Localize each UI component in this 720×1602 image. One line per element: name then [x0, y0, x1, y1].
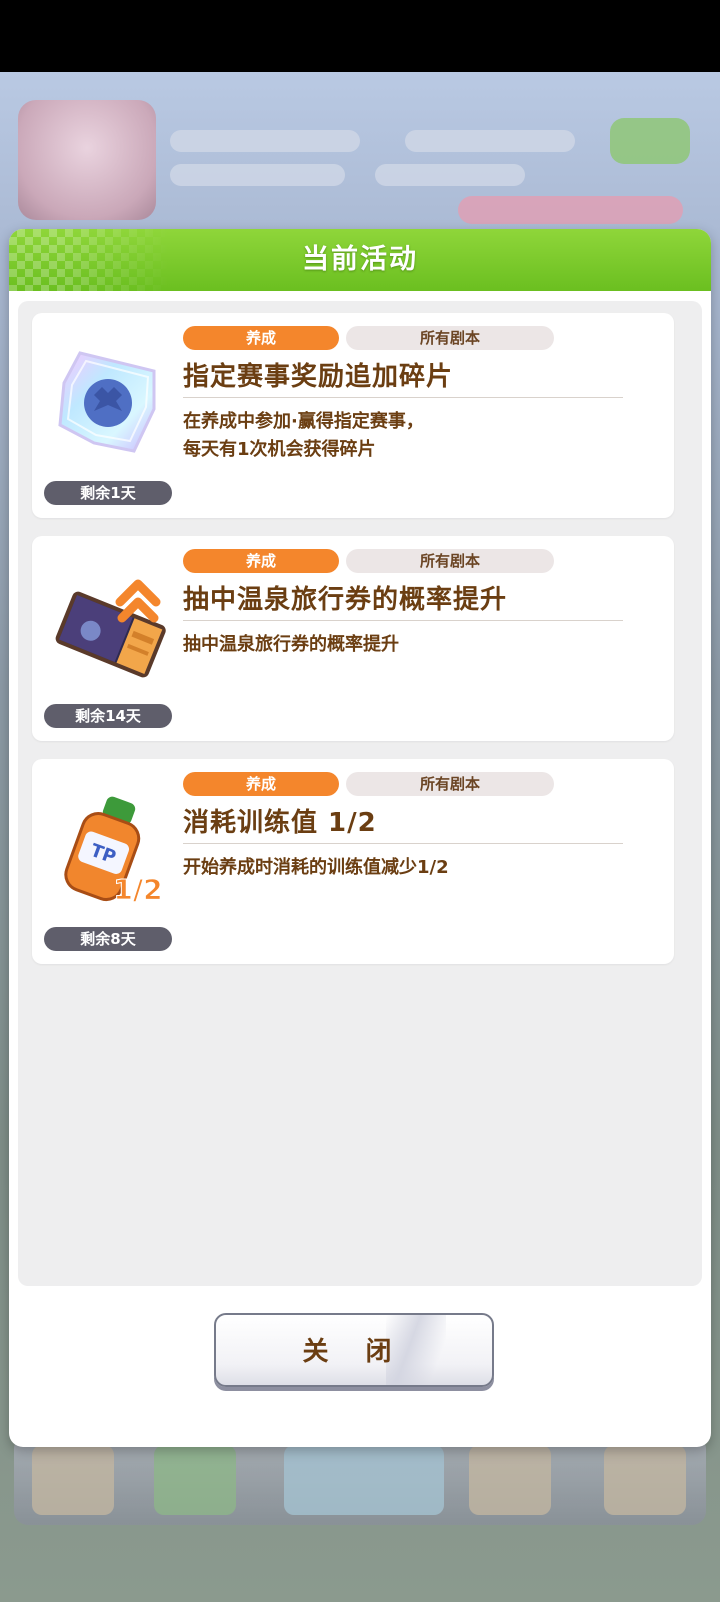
icon-badge-text: 1/2 — [113, 873, 162, 906]
tag-training: 养成 — [183, 326, 339, 350]
event-card: 养成 所有剧本 抽中温泉旅行券的概率提升 抽中温泉旅行券的概率提升 剩余14天 — [32, 536, 674, 741]
tp-bottle-icon: TP 1/2 — [64, 796, 163, 907]
event-title: 指定赛事奖励追加碎片 — [183, 362, 454, 392]
nav-tile — [154, 1445, 236, 1515]
event-list[interactable]: 养成 所有剧本 指定赛事奖励追加碎片 在养成中参加·赢得指定赛事， 每天有1次机… — [18, 301, 702, 1286]
nav-tile — [469, 1445, 551, 1515]
nav-tile — [604, 1445, 686, 1515]
event-title: 抽中温泉旅行券的概率提升 — [183, 585, 508, 615]
modal-title: 当前活动 — [302, 244, 418, 275]
background-bottom-nav — [14, 1435, 706, 1525]
event-description-line: 抽中温泉旅行券的概率提升 — [183, 634, 399, 655]
divider — [183, 843, 623, 844]
event-description-line: 在养成中参加·赢得指定赛事， — [183, 411, 424, 432]
event-description-line: 每天有1次机会获得碎片 — [183, 439, 376, 460]
background-banner — [458, 196, 683, 224]
event-description-line: 开始养成时消耗的训练值减少1/2 — [183, 857, 449, 878]
background-button — [610, 118, 690, 164]
remaining-days-badge: 剩余1天 — [44, 481, 172, 505]
current-events-modal: 当前活动 养成 所有剧本 指定赛事奖励追加碎片 在养成中参加·赢得指定赛事， 每… — [9, 229, 711, 1447]
event-card: TP 1/2 养成 所有剧本 消耗训练值 1/2 开始养成时消耗的训练值减少1/… — [32, 759, 674, 964]
trainer-badge-icon — [18, 100, 156, 220]
background-bar — [170, 130, 360, 152]
remaining-days-badge: 剩余8天 — [44, 927, 172, 951]
background-bar — [170, 164, 345, 186]
background-bar — [375, 164, 525, 186]
tag-training: 养成 — [183, 772, 339, 796]
event-description: 开始养成时消耗的训练值减少1/2 — [183, 854, 643, 882]
tag-training: 养成 — [183, 549, 339, 573]
event-description: 抽中温泉旅行券的概率提升 — [183, 631, 643, 659]
status-bar — [0, 0, 720, 72]
hot-spring-ticket-icon — [55, 579, 166, 678]
divider — [183, 397, 623, 398]
modal-header: 当前活动 — [9, 229, 711, 291]
nav-tile — [284, 1445, 444, 1515]
close-button[interactable]: 关 闭 — [214, 1313, 494, 1387]
background-bar — [405, 130, 575, 152]
event-title: 消耗训练值 1/2 — [183, 808, 377, 838]
remaining-days-badge: 剩余14天 — [44, 704, 172, 728]
tag-all-scenarios: 所有剧本 — [346, 772, 554, 796]
divider — [183, 620, 623, 621]
close-button-label: 关 闭 — [302, 1337, 406, 1367]
star-shard-icon — [58, 351, 156, 453]
event-card: 养成 所有剧本 指定赛事奖励追加碎片 在养成中参加·赢得指定赛事， 每天有1次机… — [32, 313, 674, 518]
tag-all-scenarios: 所有剧本 — [346, 549, 554, 573]
nav-tile — [32, 1445, 114, 1515]
event-description: 在养成中参加·赢得指定赛事， 每天有1次机会获得碎片 — [183, 408, 643, 464]
tag-all-scenarios: 所有剧本 — [346, 326, 554, 350]
